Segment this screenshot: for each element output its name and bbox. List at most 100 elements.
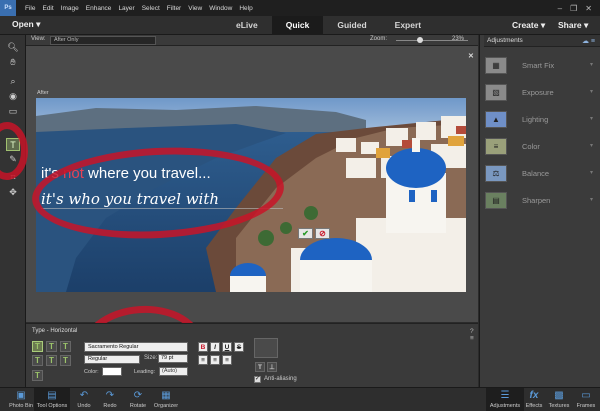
menu-enhance[interactable]: Enhance: [86, 5, 112, 12]
create-button[interactable]: Create ▾: [512, 20, 545, 31]
taskbar-label: Effects: [525, 403, 543, 409]
change-orientation-icon[interactable]: ⊥: [267, 362, 277, 372]
help-icon[interactable]: ? ≡: [470, 328, 478, 342]
adjustment-sharpen[interactable]: ▤ Sharpen ▾: [480, 188, 600, 215]
textures-button[interactable]: ▩ Textures: [546, 388, 572, 411]
font-size-select[interactable]: 79 pt: [158, 354, 188, 363]
bold-button[interactable]: B: [198, 342, 208, 352]
vertical-type-mask-icon[interactable]: T: [32, 370, 43, 381]
red-eye-tool-icon[interactable]: ◉: [6, 90, 20, 103]
menu-image[interactable]: Image: [61, 5, 79, 12]
menu-help[interactable]: Help: [239, 5, 252, 12]
strikethrough-button[interactable]: S: [234, 342, 244, 352]
italic-button[interactable]: I: [210, 342, 220, 352]
toolbox: 🔍︎ ✋︎ ⌕ ◉ ▭ T ✎ ⌗ ✥: [0, 35, 26, 387]
tab-expert[interactable]: Expert: [381, 16, 435, 35]
adjustment-label: Lighting: [522, 115, 549, 124]
commit-icon[interactable]: ✔: [298, 228, 313, 239]
adjustment-color[interactable]: ≡ Color ▾: [480, 134, 600, 161]
sharpen-icon: ▤: [485, 192, 507, 209]
view-select[interactable]: After Only: [50, 36, 156, 45]
quick-selection-tool-icon[interactable]: ⌕: [6, 75, 20, 88]
style-swatch[interactable]: [254, 338, 278, 358]
anti-aliasing-label: Anti-aliasing: [264, 376, 297, 382]
hand-tool-icon[interactable]: ✋︎: [6, 56, 20, 69]
view-options-bar: View: After Only Zoom: 23%: [26, 35, 478, 46]
textures-icon: ▩: [554, 390, 564, 401]
align-left-icon[interactable]: ≡: [198, 355, 208, 365]
menu-window[interactable]: Window: [209, 5, 232, 12]
photo-bin-icon: ▣: [16, 390, 26, 401]
cancel-icon[interactable]: ⊘: [315, 228, 330, 239]
type-on-path-icon[interactable]: T: [60, 355, 71, 366]
menu-filter[interactable]: Filter: [167, 5, 181, 12]
font-family-select[interactable]: Sacramento Regular: [84, 342, 188, 352]
menu-layer[interactable]: Layer: [118, 5, 134, 12]
after-label: After: [37, 90, 49, 96]
leading-select[interactable]: (Auto): [159, 367, 188, 376]
type-on-selection-icon[interactable]: T: [32, 355, 43, 366]
move-tool-icon[interactable]: ✥: [6, 186, 20, 199]
horizontal-type-mask-icon[interactable]: T: [60, 341, 71, 352]
taskbar-label: Photo Bin: [9, 403, 33, 409]
menu-file[interactable]: File: [25, 5, 35, 12]
frames-button[interactable]: ▭ Frames: [574, 388, 598, 411]
vertical-type-icon[interactable]: T: [46, 341, 57, 352]
zoom-slider-handle[interactable]: [416, 37, 423, 43]
exposure-icon: ▧: [485, 84, 507, 101]
tab-guided[interactable]: Guided: [323, 16, 380, 35]
frames-icon: ▭: [581, 390, 591, 401]
mode-tabs: eLive Quick Guided Expert: [222, 16, 435, 35]
text-color-swatch[interactable]: [102, 367, 122, 376]
organizer-button[interactable]: ▦ Organizer: [152, 388, 180, 411]
taskbar-label: Adjustments: [489, 403, 521, 409]
adjustments-button[interactable]: ☰ Adjustments: [486, 388, 524, 411]
panel-menu-icon[interactable]: ☁ ≡: [582, 37, 595, 45]
maximize-icon[interactable]: ❐: [570, 4, 577, 13]
align-center-icon[interactable]: ≡: [210, 355, 220, 365]
menu-select[interactable]: Select: [142, 5, 160, 12]
tool-options-button[interactable]: ▤ Tool Options: [34, 388, 70, 411]
adjustment-balance[interactable]: ⚖ Balance ▾: [480, 161, 600, 188]
menu-edit[interactable]: Edit: [42, 5, 53, 12]
redo-button[interactable]: ↷ Redo: [100, 388, 120, 411]
minimize-icon[interactable]: –: [558, 4, 562, 13]
zoom-label: Zoom:: [370, 36, 388, 42]
open-button[interactable]: Open ▾: [12, 19, 40, 30]
menu-items: File Edit Image Enhance Layer Select Fil…: [25, 5, 253, 12]
anti-aliasing-checkbox[interactable]: ✓: [254, 376, 261, 383]
rotate-button[interactable]: ⟳ Rotate: [126, 388, 150, 411]
adjustment-exposure[interactable]: ▧ Exposure ▾: [480, 80, 600, 107]
effects-button[interactable]: fx Effects: [523, 388, 545, 411]
align-right-icon[interactable]: ≡: [222, 355, 232, 365]
tab-elive[interactable]: eLive: [222, 16, 272, 35]
undo-icon: ↶: [79, 390, 89, 401]
adjustments-icon: ☰: [500, 390, 510, 401]
adjustments-panel: Adjustments ☁ ≡ ▦ Smart Fix ▾ ▧ Exposure…: [479, 35, 600, 387]
chevron-down-icon: ▾: [590, 116, 594, 122]
type-on-shape-icon[interactable]: T: [46, 355, 57, 366]
undo-button[interactable]: ↶ Undo: [74, 388, 94, 411]
tool-options-title: Type - Horizontal: [32, 328, 78, 334]
taskbar: ▣ Photo Bin ▤ Tool Options ↶ Undo ↷ Redo…: [0, 387, 600, 411]
zoom-tool-icon[interactable]: 🔍︎: [6, 41, 20, 54]
share-button[interactable]: Share ▾: [558, 20, 588, 31]
close-window-icon[interactable]: ✕: [585, 4, 592, 13]
horizontal-type-icon[interactable]: T: [32, 341, 43, 352]
zoom-value: 23%: [452, 36, 465, 42]
warp-text-icon[interactable]: T: [255, 362, 265, 372]
menu-view[interactable]: View: [188, 5, 202, 12]
whiten-teeth-tool-icon[interactable]: ▭: [6, 105, 20, 118]
chevron-down-icon: ▾: [590, 197, 594, 203]
close-document-icon[interactable]: ✕: [468, 52, 474, 60]
photo-bin-button[interactable]: ▣ Photo Bin: [6, 388, 36, 411]
effects-icon: fx: [529, 390, 539, 401]
underline-button[interactable]: U: [222, 342, 232, 352]
rotate-icon: ⟳: [133, 390, 143, 401]
adjustment-smart-fix[interactable]: ▦ Smart Fix ▾: [480, 53, 600, 80]
adjustment-lighting[interactable]: ▲ Lighting ▾: [480, 107, 600, 134]
chevron-down-icon: ▾: [590, 89, 594, 95]
font-style-select[interactable]: Regular: [84, 355, 140, 364]
adjustment-label: Balance: [522, 169, 550, 178]
tab-quick[interactable]: Quick: [271, 16, 324, 35]
